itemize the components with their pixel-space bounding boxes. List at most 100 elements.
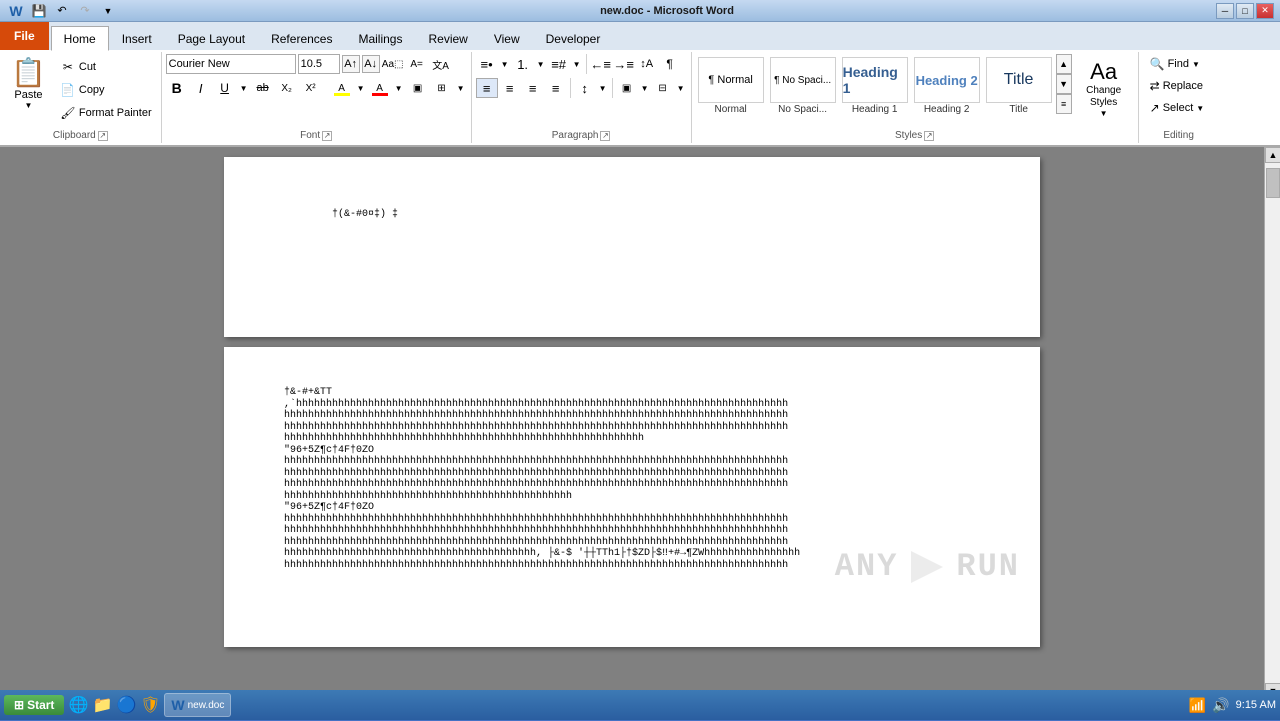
superscript-button[interactable]: X² — [300, 78, 322, 98]
style-heading1-text: Heading 1 — [843, 64, 907, 96]
numbering-dropdown[interactable]: ▼ — [535, 54, 547, 74]
change-styles-button[interactable]: Aa ChangeStyles ▼ — [1074, 54, 1134, 123]
cut-button[interactable]: ✂ Cut — [55, 56, 157, 78]
clipboard-group-label: Clipboard ↗ — [4, 128, 157, 141]
show-formatting-button[interactable]: ¶ — [659, 54, 681, 74]
start-button[interactable]: ⊞ Start — [4, 695, 64, 715]
ribbon-content: 📋 Paste ▼ ✂ Cut 📄 Copy 🖌 Format — [0, 50, 1280, 146]
select-button[interactable]: ↗ Select ▼ — [1143, 98, 1212, 118]
taskbar-word-button[interactable]: W new.doc — [164, 693, 231, 717]
quick-access-icon[interactable]: ▼ — [98, 1, 118, 21]
tab-insert[interactable]: Insert — [109, 26, 165, 50]
find-button[interactable]: 🔍 Find ▼ — [1143, 54, 1207, 74]
align-right-button[interactable]: ≡ — [522, 78, 544, 98]
sort-button[interactable]: ↕A — [636, 54, 658, 74]
decrease-indent-button[interactable]: ←≡ — [590, 54, 612, 74]
bold-button[interactable]: B — [166, 78, 188, 98]
document-page-1[interactable]: †(&-#0¤‡) ‡ — [224, 157, 1040, 337]
text-effect-button[interactable]: A= — [406, 54, 428, 74]
gallery-up-button[interactable]: ▲ — [1056, 54, 1072, 74]
paragraph-group-content: ≡• ▼ 1. ▼ ≡# ▼ ←≡ →≡ ↕A ¶ ≡ ≡ ≡ ≡ — [476, 54, 687, 128]
para-align-row: ≡ ≡ ≡ ≡ ↕ ▼ ▣ ▼ ⊟ ▼ — [476, 78, 687, 98]
style-title[interactable]: Title Title — [984, 54, 1054, 118]
maximize-button[interactable]: □ — [1236, 3, 1254, 19]
underline-dropdown[interactable]: ▼ — [238, 78, 250, 98]
border-dropdown[interactable]: ▼ — [455, 78, 467, 98]
minimize-button[interactable]: ─ — [1216, 3, 1234, 19]
taskbar-folder-icon[interactable]: 📁 — [92, 695, 112, 715]
border-para-button[interactable]: ⊟ — [652, 78, 674, 98]
align-left-button[interactable]: ≡ — [476, 78, 498, 98]
text-highlight-button[interactable]: A — [331, 78, 353, 98]
italic-button[interactable]: I — [190, 78, 212, 98]
increase-indent-button[interactable]: →≡ — [613, 54, 635, 74]
font-color-button[interactable]: A — [369, 78, 391, 98]
font-color-dropdown[interactable]: ▼ — [393, 78, 405, 98]
multilevel-dropdown[interactable]: ▼ — [571, 54, 583, 74]
justify-button[interactable]: ≡ — [545, 78, 567, 98]
line-spacing-dropdown[interactable]: ▼ — [597, 78, 609, 98]
underline-button[interactable]: U — [214, 78, 236, 98]
scroll-track[interactable] — [1265, 163, 1280, 683]
line-spacing-button[interactable]: ↕ — [574, 78, 596, 98]
style-no-spacing[interactable]: ¶ No Spaci... No Spaci... — [768, 54, 838, 118]
title-bar-controls[interactable]: ─ □ ✕ — [1216, 3, 1274, 19]
subscript-button[interactable]: X₂ — [276, 78, 298, 98]
gallery-more-button[interactable]: ≡ — [1056, 94, 1072, 114]
taskbar-ie-icon[interactable]: 🌐 — [68, 695, 88, 715]
redo-icon[interactable]: ↷ — [75, 1, 95, 21]
scroll-up-button[interactable]: ▲ — [1265, 147, 1280, 163]
style-heading1[interactable]: Heading 1 Heading 1 — [840, 54, 910, 118]
style-no-spacing-label: No Spaci... — [778, 104, 827, 115]
style-heading2-preview: Heading 2 — [914, 57, 980, 103]
font-expander[interactable]: ↗ — [322, 131, 332, 141]
shading-para-dropdown[interactable]: ▼ — [639, 78, 651, 98]
phonetic-button[interactable]: 文A — [430, 54, 452, 74]
copy-button[interactable]: 📄 Copy — [55, 79, 157, 101]
gallery-down-button[interactable]: ▼ — [1056, 74, 1072, 94]
tab-mailings[interactable]: Mailings — [345, 26, 415, 50]
tab-home[interactable]: Home — [51, 26, 109, 51]
undo-icon[interactable]: ↶ — [52, 1, 72, 21]
bullets-button[interactable]: ≡• — [476, 54, 498, 74]
taskbar-network-icon[interactable]: 📶 — [1189, 697, 1206, 714]
style-normal[interactable]: ¶ Normal Normal — [696, 54, 766, 118]
paragraph-expander[interactable]: ↗ — [600, 131, 610, 141]
tab-references[interactable]: References — [258, 26, 345, 50]
style-heading2[interactable]: Heading 2 Heading 2 — [912, 54, 982, 118]
save-icon[interactable]: 💾 — [29, 1, 49, 21]
taskbar-avast-icon[interactable]: 🛡 — [140, 695, 160, 715]
border-button[interactable]: ⊞ — [431, 78, 453, 98]
vertical-scrollbar[interactable]: ▲ ▼ — [1264, 147, 1280, 699]
close-button[interactable]: ✕ — [1256, 3, 1274, 19]
shading-button[interactable]: ▣ — [407, 78, 429, 98]
clipboard-expander[interactable]: ↗ — [98, 131, 108, 141]
strikethrough-button[interactable]: ab — [252, 78, 274, 98]
scroll-thumb[interactable] — [1266, 168, 1280, 198]
tab-view[interactable]: View — [481, 26, 533, 50]
bullets-dropdown[interactable]: ▼ — [499, 54, 511, 74]
clear-format-button[interactable]: Aa⬚ — [382, 54, 404, 74]
font-name-input[interactable] — [166, 54, 296, 74]
border-para-dropdown[interactable]: ▼ — [675, 78, 687, 98]
font-size-input[interactable] — [298, 54, 340, 74]
file-tab[interactable]: File — [0, 22, 49, 50]
numbering-button[interactable]: 1. — [512, 54, 534, 74]
document-scroll[interactable]: †(&-#0¤‡) ‡ †&-#+&TT ,`hhhhhhhhhhhhhhhhh… — [0, 147, 1264, 699]
decrease-font-button[interactable]: A↓ — [362, 55, 380, 73]
tab-review[interactable]: Review — [415, 26, 480, 50]
increase-font-button[interactable]: A↑ — [342, 55, 360, 73]
text-highlight-dropdown[interactable]: ▼ — [355, 78, 367, 98]
taskbar-chrome-icon[interactable]: 🔵 — [116, 695, 136, 715]
format-painter-button[interactable]: 🖌 Format Painter — [55, 102, 157, 124]
shading-para-button[interactable]: ▣ — [616, 78, 638, 98]
styles-expander[interactable]: ↗ — [924, 131, 934, 141]
replace-button[interactable]: ⇄ Replace — [1143, 76, 1210, 96]
align-center-button[interactable]: ≡ — [499, 78, 521, 98]
tab-page-layout[interactable]: Page Layout — [165, 26, 258, 50]
document-page-2[interactable]: †&-#+&TT ,`hhhhhhhhhhhhhhhhhhhhhhhhhhhhh… — [224, 347, 1040, 647]
tab-developer[interactable]: Developer — [533, 26, 614, 50]
paste-button[interactable]: 📋 Paste ▼ — [4, 54, 53, 115]
multilevel-button[interactable]: ≡# — [548, 54, 570, 74]
taskbar-volume-icon[interactable]: 🔊 — [1212, 697, 1229, 714]
